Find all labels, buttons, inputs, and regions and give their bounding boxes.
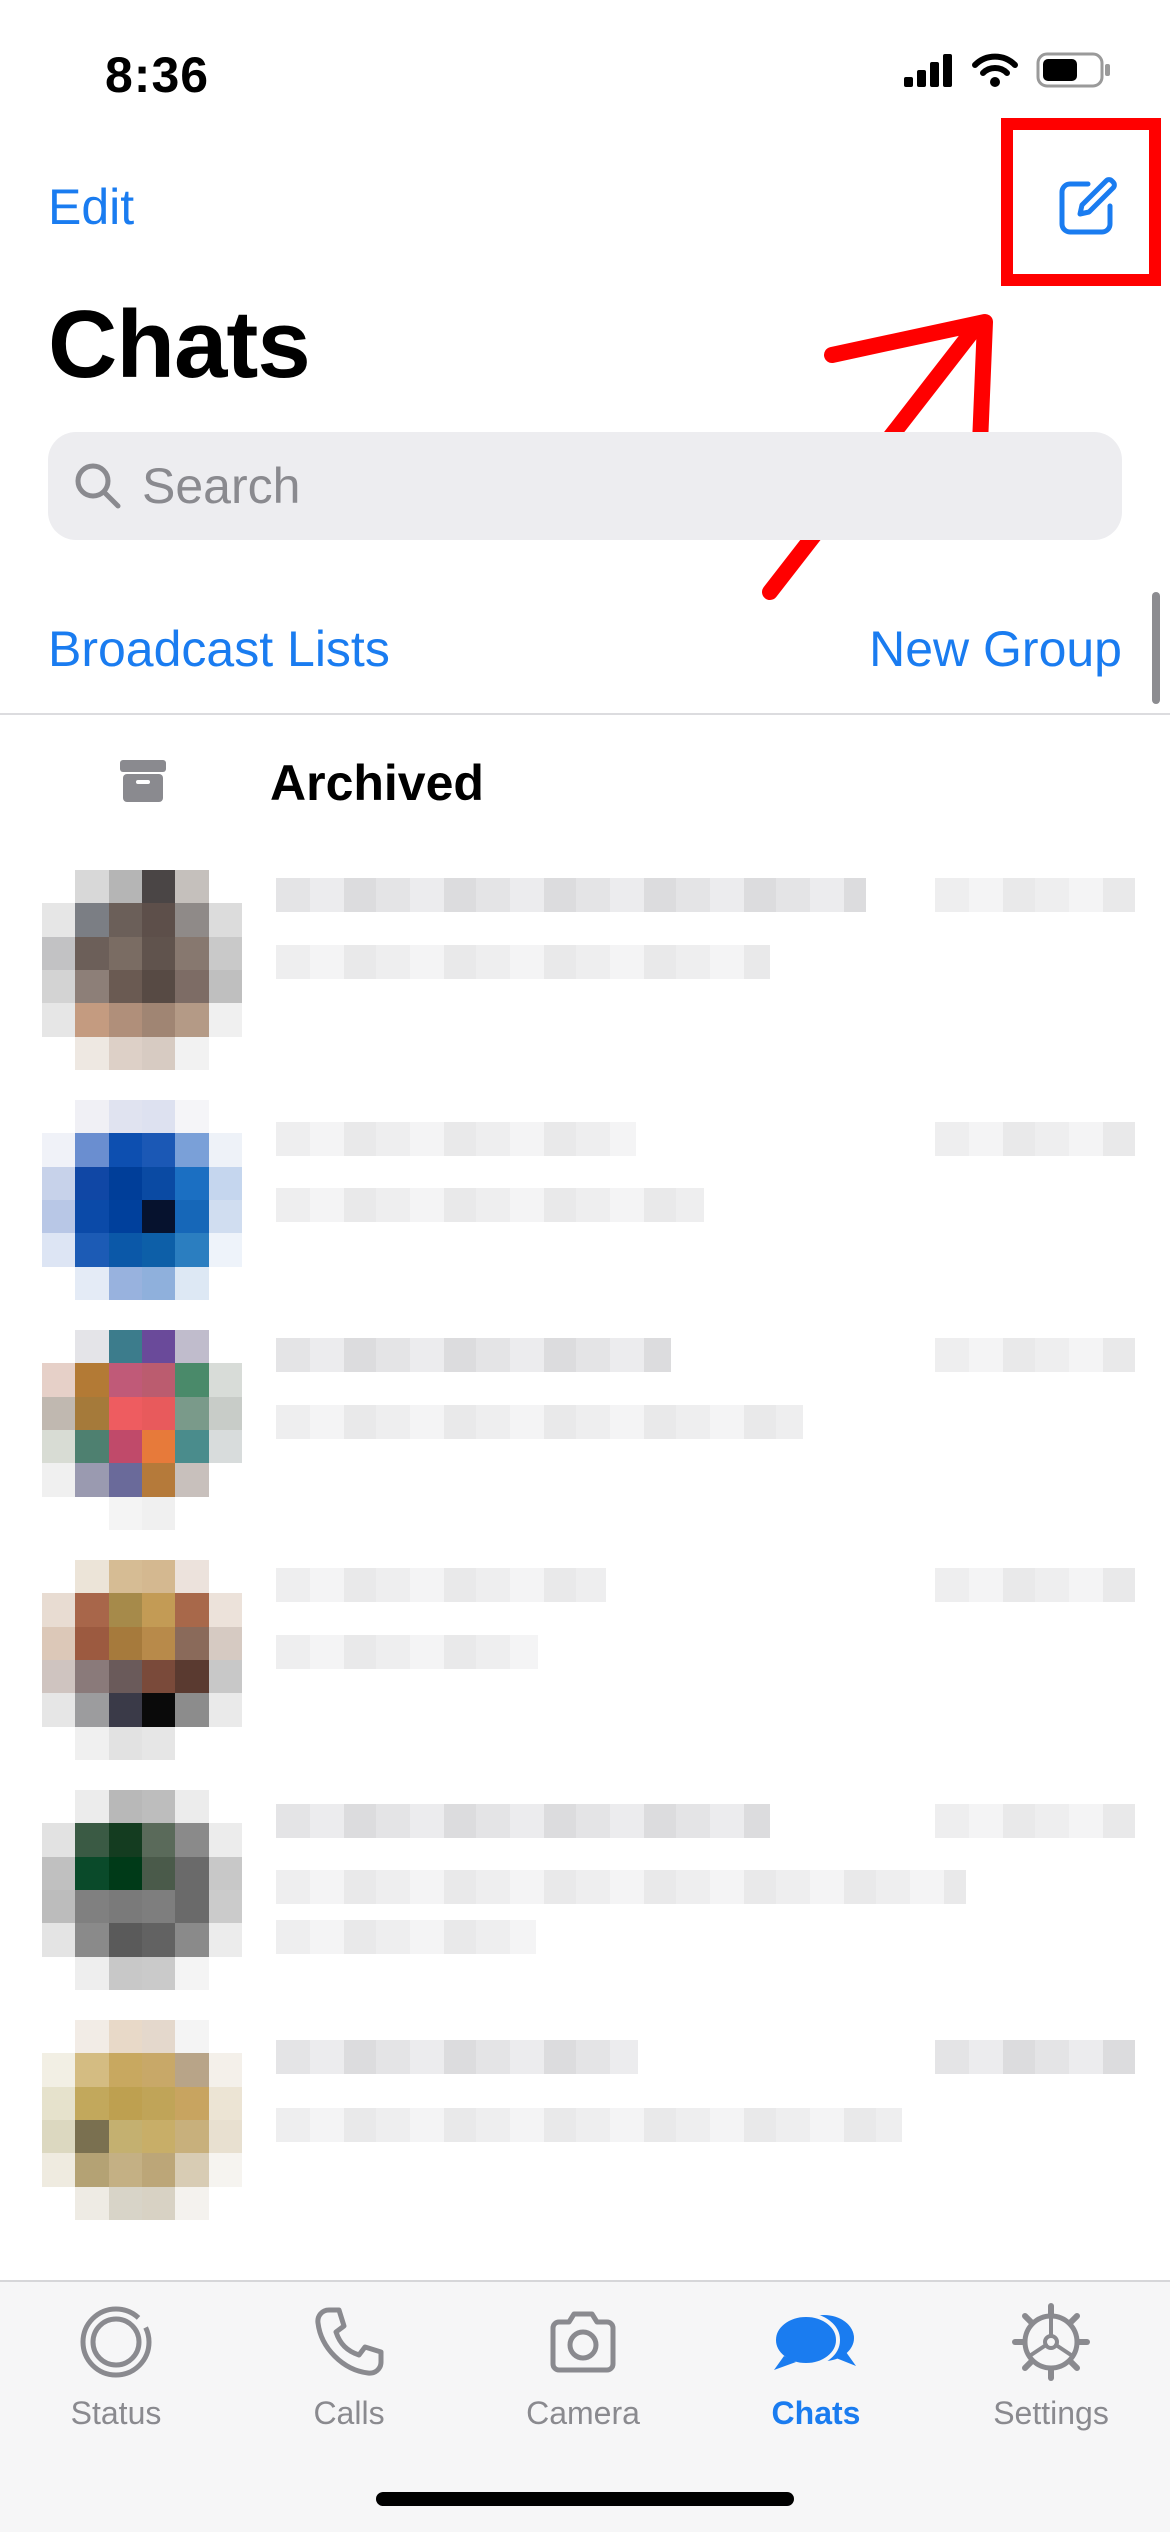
chat-row[interactable] bbox=[0, 1080, 1170, 1310]
tab-settings[interactable]: Settings bbox=[951, 2302, 1151, 2432]
status-bar: 8:36 bbox=[0, 0, 1170, 150]
search-input[interactable]: Search bbox=[48, 432, 1122, 540]
chat-name-blurred bbox=[276, 1568, 606, 1602]
chats-icon bbox=[772, 2313, 856, 2370]
search-icon bbox=[75, 463, 121, 509]
archive-icon bbox=[120, 760, 166, 802]
chat-preview-blurred bbox=[276, 1870, 966, 1904]
chat-row[interactable] bbox=[0, 850, 1170, 1080]
status-icons bbox=[904, 52, 1112, 88]
new-group-link[interactable]: New Group bbox=[869, 620, 1122, 678]
tab-status-label: Status bbox=[70, 2395, 162, 2431]
avatar bbox=[42, 870, 242, 1070]
status-icon bbox=[80, 2306, 152, 2378]
chat-preview-blurred bbox=[276, 2108, 902, 2142]
status-time: 8:36 bbox=[105, 47, 210, 103]
tab-camera-label: Camera bbox=[526, 2395, 640, 2431]
scrollbar[interactable] bbox=[1152, 592, 1160, 704]
search-placeholder: Search bbox=[142, 458, 301, 514]
chat-preview-blurred bbox=[276, 1920, 536, 1954]
chat-row[interactable] bbox=[0, 2000, 1170, 2230]
chat-preview-blurred bbox=[276, 945, 770, 979]
chat-row[interactable] bbox=[0, 1310, 1170, 1540]
chat-list bbox=[0, 850, 1170, 2230]
chat-name-blurred bbox=[276, 1804, 770, 1838]
chat-time-blurred bbox=[935, 1804, 1135, 1838]
wifi-icon bbox=[972, 53, 1018, 87]
chat-preview-blurred bbox=[276, 1635, 538, 1669]
archived-row[interactable]: Archived bbox=[0, 718, 1170, 848]
gear-icon bbox=[1012, 2303, 1090, 2381]
tab-calls-label: Calls bbox=[313, 2395, 385, 2431]
chat-time-blurred bbox=[935, 1568, 1135, 1602]
tab-calls[interactable]: Calls bbox=[249, 2302, 449, 2432]
list-actions-row: Broadcast Lists New Group bbox=[0, 600, 1170, 715]
annotation-highlight-box bbox=[1001, 118, 1161, 286]
page-title: Chats bbox=[48, 291, 311, 398]
avatar bbox=[42, 1330, 242, 1530]
phone-icon bbox=[315, 2307, 384, 2376]
chat-time-blurred bbox=[935, 1122, 1135, 1156]
chat-time-blurred bbox=[935, 1338, 1135, 1372]
chat-preview-blurred bbox=[276, 1405, 803, 1439]
tab-status[interactable]: Status bbox=[16, 2302, 216, 2432]
avatar bbox=[42, 1100, 242, 1300]
avatar bbox=[42, 1790, 242, 1990]
camera-icon bbox=[550, 2311, 616, 2373]
broadcast-lists-link[interactable]: Broadcast Lists bbox=[48, 620, 390, 678]
signal-icon bbox=[904, 54, 952, 87]
edit-button[interactable]: Edit bbox=[48, 178, 134, 236]
chat-row[interactable] bbox=[0, 1770, 1170, 2000]
archived-label: Archived bbox=[270, 755, 484, 811]
chat-name-blurred bbox=[276, 1122, 636, 1156]
chat-preview-blurred bbox=[276, 1188, 704, 1222]
chat-name-blurred bbox=[276, 2040, 638, 2074]
chat-name-blurred bbox=[276, 1338, 671, 1372]
tab-chats-label: Chats bbox=[771, 2395, 861, 2431]
tab-camera[interactable]: Camera bbox=[483, 2302, 683, 2432]
avatar bbox=[42, 1560, 242, 1760]
battery-icon bbox=[1036, 52, 1110, 88]
chat-name-blurred bbox=[276, 878, 866, 912]
chat-time-blurred bbox=[935, 878, 1135, 912]
home-indicator bbox=[376, 2492, 794, 2506]
tab-chats[interactable]: Chats bbox=[716, 2302, 916, 2432]
chat-time-blurred bbox=[935, 2040, 1135, 2074]
avatar bbox=[42, 2020, 242, 2220]
tab-settings-label: Settings bbox=[993, 2395, 1109, 2431]
chat-row[interactable] bbox=[0, 1540, 1170, 1770]
